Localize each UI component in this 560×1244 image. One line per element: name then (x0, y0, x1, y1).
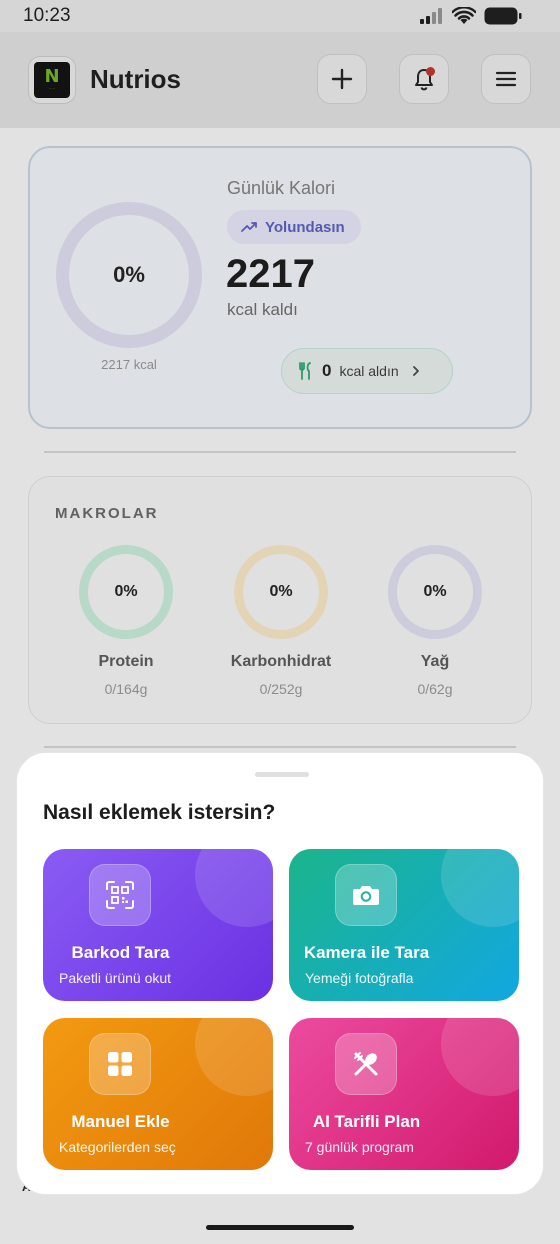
macro-carbs: 0% Karbonhidrat 0/252g (203, 545, 359, 697)
calorie-card-title: Günlük Kalori (227, 178, 336, 198)
manual-add-option[interactable]: Manuel Ekle Kategorilerden seç (43, 1018, 273, 1170)
ai-recipe-plan-subtitle: 7 günlük program (305, 1139, 414, 1155)
app-title: Nutrios (90, 64, 181, 94)
remaining-calories: 2217 (226, 252, 315, 296)
home-indicator[interactable] (206, 1225, 354, 1230)
wifi-icon (452, 7, 476, 24)
macros-card: MAKROLAR 0% Protein 0/164g 0% Karbonhidr… (28, 476, 532, 724)
fat-progress-ring: 0% (388, 545, 482, 639)
status-icons (420, 7, 522, 25)
menu-button[interactable] (481, 54, 531, 104)
status-time: 10:23 (23, 5, 71, 26)
sheet-drag-handle[interactable] (255, 772, 309, 777)
macros-title: MAKROLAR (55, 505, 159, 522)
protein-progress-ring: 0% (79, 545, 173, 639)
carbs-percent: 0% (269, 583, 293, 600)
eaten-calories-value: 0 (322, 361, 332, 380)
carbs-progress-ring: 0% (234, 545, 328, 639)
notifications-button[interactable] (399, 54, 449, 104)
notification-dot (426, 67, 435, 76)
daily-calorie-card: 0% 2217 kcal Günlük Kalori Yolundasın 22… (28, 146, 532, 429)
fat-label: Yağ (420, 653, 450, 670)
fat-value: 0/62g (417, 681, 453, 697)
manual-add-label: Manuel Ekle (71, 1112, 170, 1131)
sheet-title: Nasıl eklemek istersin? (43, 801, 276, 824)
grid-icon (89, 1033, 151, 1095)
plus-icon (331, 68, 353, 90)
calorie-goal-text: 2217 kcal (101, 357, 157, 372)
camera-scan-option[interactable]: Kamera ile Tara Yemeği fotoğrafla (289, 849, 519, 1001)
manual-add-subtitle: Kategorilerden seç (59, 1139, 176, 1155)
status-bar: 10:23 (0, 0, 560, 32)
app-logo: N ····· (28, 56, 76, 104)
camera-scan-label: Kamera ile Tara (303, 943, 430, 962)
barcode-scan-label: Barkod Tara (71, 943, 170, 962)
section-divider (44, 451, 516, 453)
camera-icon (335, 864, 397, 926)
protein-percent: 0% (114, 583, 138, 600)
cellular-signal-icon (420, 8, 442, 24)
macro-fat: 0% Yağ 0/62g (357, 545, 513, 697)
macro-protein: 0% Protein 0/164g (48, 545, 204, 697)
ai-recipe-plan-label: AI Tarifli Plan (312, 1112, 421, 1131)
remaining-calories-label: kcal kaldı (227, 300, 298, 319)
section-divider (44, 746, 516, 748)
eaten-calories-label: kcal aldın (339, 363, 399, 379)
trending-up-icon (241, 222, 257, 232)
fork-spoon-icon (335, 1033, 397, 1095)
protein-value: 0/164g (104, 681, 148, 697)
add-button[interactable] (317, 54, 367, 104)
hamburger-menu-icon (495, 71, 517, 87)
status-badge-label: Yolundasın (265, 218, 345, 236)
qr-scan-icon (89, 864, 151, 926)
calorie-percent: 0% (113, 262, 145, 287)
status-badge: Yolundasın (227, 210, 361, 244)
app-header: N ····· Nutrios (0, 32, 560, 128)
calorie-progress-ring: 0% (56, 202, 202, 348)
camera-scan-subtitle: Yemeği fotoğrafla (305, 970, 414, 986)
carbs-label: Karbonhidrat (230, 653, 332, 670)
add-food-sheet: Nasıl eklemek istersin? Barkod Tara Pake… (16, 752, 544, 1195)
barcode-scan-subtitle: Paketli ürünü okut (59, 970, 172, 986)
chevron-right-icon (412, 366, 419, 376)
fork-knife-icon (299, 362, 311, 380)
ai-recipe-plan-option[interactable]: AI Tarifli Plan 7 günlük program (289, 1018, 519, 1170)
protein-label: Protein (98, 653, 154, 670)
barcode-scan-option[interactable]: Barkod Tara Paketli ürünü okut (43, 849, 273, 1001)
battery-icon (484, 7, 522, 25)
eaten-calories-button[interactable]: 0 kcal aldın (281, 348, 453, 394)
fat-percent: 0% (423, 583, 447, 600)
carbs-value: 0/252g (259, 681, 303, 697)
